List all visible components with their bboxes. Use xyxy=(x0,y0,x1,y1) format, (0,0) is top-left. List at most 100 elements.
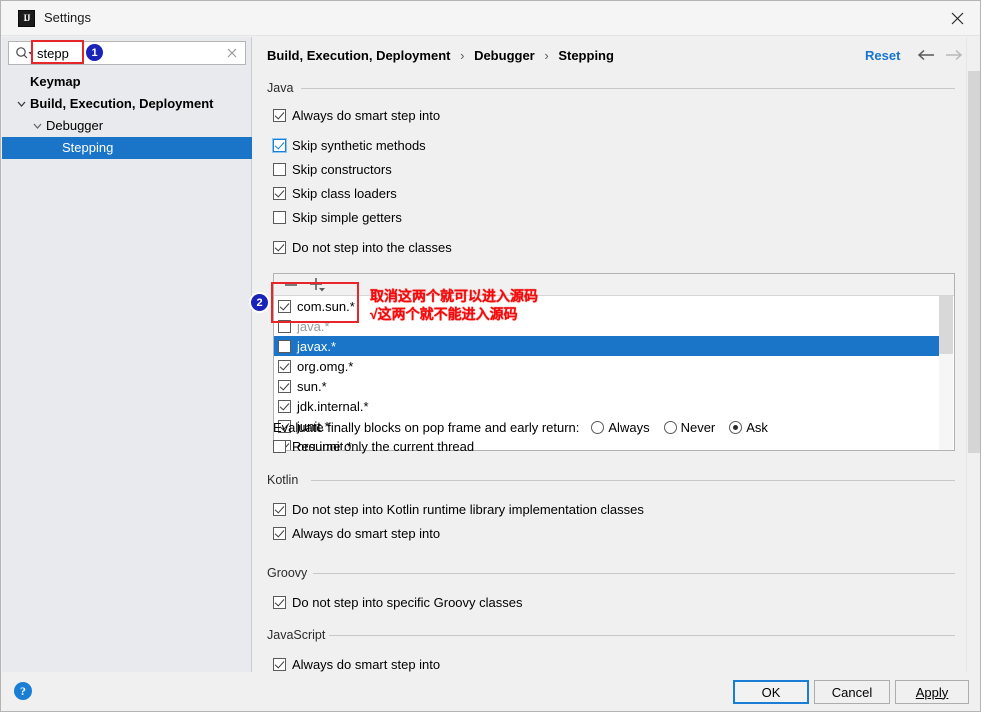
checkbox-box[interactable] xyxy=(278,319,291,333)
reset-button[interactable]: Reset xyxy=(865,48,900,63)
radio-never[interactable]: Never xyxy=(663,420,715,435)
checkbox-box[interactable] xyxy=(273,138,286,152)
clear-icon[interactable] xyxy=(225,46,239,60)
evaluate-finally-row: Evaluate finally blocks on pop frame and… xyxy=(273,418,782,436)
sidebar-item-keymap[interactable]: Keymap xyxy=(2,71,252,93)
list-item[interactable]: jdk.internal.* xyxy=(274,396,940,416)
settings-main-panel: Build, Execution, Deployment › Debugger … xyxy=(253,37,980,674)
apply-button[interactable]: Apply xyxy=(895,680,969,704)
title-bar: IJ Settings xyxy=(1,1,980,36)
sidebar-item-build-execution-deployment[interactable]: Build, Execution, Deployment xyxy=(2,93,252,115)
breadcrumb-separator: › xyxy=(544,48,549,63)
checkbox-skip-constructors[interactable]: Skip constructors xyxy=(273,160,392,178)
close-icon[interactable] xyxy=(934,1,980,35)
cancel-button[interactable]: Cancel xyxy=(814,680,890,704)
breadcrumb-part-1[interactable]: Debugger xyxy=(474,48,535,63)
checkbox-box[interactable] xyxy=(273,162,286,176)
breadcrumb-part-0[interactable]: Build, Execution, Deployment xyxy=(267,48,450,63)
checkbox-label: Always do smart step into xyxy=(292,656,441,672)
checkbox-skip-class-loaders[interactable]: Skip class loaders xyxy=(273,184,397,202)
checkbox-box[interactable] xyxy=(273,526,286,540)
list-item[interactable]: com.sun.* xyxy=(274,296,940,316)
chevron-down-icon[interactable] xyxy=(31,115,43,137)
checkbox-box[interactable] xyxy=(273,502,286,516)
checkbox-label: Skip synthetic methods xyxy=(292,137,426,153)
checkbox-box[interactable] xyxy=(278,339,291,353)
ok-button[interactable]: OK xyxy=(733,680,809,704)
divider xyxy=(329,635,955,636)
list-item-label: java.* xyxy=(297,318,330,334)
arrow-left-icon[interactable] xyxy=(917,48,937,64)
main-scrollbar[interactable] xyxy=(966,37,980,674)
checkbox-label: Resume only the current thread xyxy=(292,438,475,454)
plus-dropdown-icon[interactable] xyxy=(308,277,328,293)
checkbox-do-not-step-into-kotlin-runtime[interactable]: Do not step into Kotlin runtime library … xyxy=(273,500,644,518)
sidebar-item-label: Build, Execution, Deployment xyxy=(30,96,214,111)
checkbox-always-do-smart-step-into-java[interactable]: Always do smart step into xyxy=(273,106,440,124)
checkbox-box[interactable] xyxy=(278,379,291,393)
search-icon xyxy=(15,46,33,61)
main-scrollbar-thumb[interactable] xyxy=(968,71,980,453)
breadcrumb-separator: › xyxy=(460,48,465,63)
annotation-marker-1: 1 xyxy=(86,44,103,61)
checkbox-always-do-smart-step-into-javascript[interactable]: Always do smart step into xyxy=(273,655,440,673)
settings-tree: Keymap Build, Execution, Deployment Debu… xyxy=(2,71,252,159)
radio-box[interactable] xyxy=(663,420,677,434)
checkbox-box[interactable] xyxy=(278,399,291,413)
checkbox-box[interactable] xyxy=(273,595,286,609)
minus-icon[interactable] xyxy=(282,277,302,293)
radio-label: Ask xyxy=(746,419,768,435)
checkbox-skip-synthetic-methods[interactable]: Skip synthetic methods xyxy=(273,136,426,154)
checkbox-box[interactable] xyxy=(273,108,286,122)
radio-always[interactable]: Always xyxy=(591,419,650,435)
intellij-idea-icon: IJ xyxy=(18,10,35,27)
sidebar-item-stepping[interactable]: Stepping xyxy=(2,137,252,159)
sidebar-item-debugger[interactable]: Debugger xyxy=(2,115,252,137)
list-scrollbar[interactable] xyxy=(939,296,953,450)
checkbox-label: Always do smart step into xyxy=(292,525,441,541)
checkbox-box[interactable] xyxy=(273,657,286,671)
checkbox-label: Skip simple getters xyxy=(292,209,402,225)
checkbox-box[interactable] xyxy=(273,186,286,200)
checkbox-box[interactable] xyxy=(273,439,286,453)
list-item[interactable]: org.omg.* xyxy=(274,356,940,376)
window-title: Settings xyxy=(44,10,91,25)
arrow-right-icon xyxy=(943,48,963,64)
help-icon[interactable]: ? xyxy=(14,682,32,700)
annotation-marker-2: 2 xyxy=(251,294,268,311)
dialog-footer: ? OK Cancel Apply xyxy=(2,672,980,710)
section-title-javascript: JavaScript xyxy=(267,628,326,642)
checkbox-label: Skip class loaders xyxy=(292,185,397,201)
checkbox-label: Do not step into the classes xyxy=(292,239,452,255)
divider xyxy=(311,480,955,481)
chevron-down-icon[interactable] xyxy=(15,93,27,115)
checkbox-box[interactable] xyxy=(278,359,291,373)
search-input[interactable]: stepp xyxy=(8,41,246,65)
checkbox-box[interactable] xyxy=(278,299,291,313)
radio-box[interactable] xyxy=(591,420,605,434)
list-item[interactable]: sun.* xyxy=(274,376,940,396)
list-item-label: com.sun.* xyxy=(297,298,355,314)
checkbox-box[interactable] xyxy=(273,210,286,224)
checkbox-label: Do not step into Kotlin runtime library … xyxy=(292,501,644,517)
section-title-java: Java xyxy=(267,81,294,95)
search-value: stepp xyxy=(37,46,69,61)
checkbox-resume-only-the-current-thread[interactable]: Resume only the current thread xyxy=(273,437,474,455)
checkbox-always-do-smart-step-into-kotlin[interactable]: Always do smart step into xyxy=(273,524,440,542)
list-scrollbar-thumb[interactable] xyxy=(939,296,953,354)
checkbox-label: Do not step into specific Groovy classes xyxy=(292,594,523,610)
list-item-label: jdk.internal.* xyxy=(297,398,369,414)
radio-box[interactable] xyxy=(729,420,743,434)
radio-label: Always xyxy=(608,419,650,435)
list-item[interactable]: javax.* xyxy=(274,336,940,356)
checkbox-box[interactable] xyxy=(273,240,286,254)
section-title-groovy: Groovy xyxy=(267,566,308,580)
checkbox-skip-simple-getters[interactable]: Skip simple getters xyxy=(273,208,402,226)
section-title-kotlin: Kotlin xyxy=(267,473,299,487)
sidebar-item-label: Keymap xyxy=(30,74,81,89)
list-item[interactable]: java.* xyxy=(274,316,940,336)
checkbox-do-not-step-into-groovy-classes[interactable]: Do not step into specific Groovy classes xyxy=(273,593,523,611)
sidebar-item-label: Debugger xyxy=(46,118,104,133)
radio-ask[interactable]: Ask xyxy=(729,420,768,435)
checkbox-do-not-step-into-the-classes[interactable]: Do not step into the classes xyxy=(273,238,452,256)
